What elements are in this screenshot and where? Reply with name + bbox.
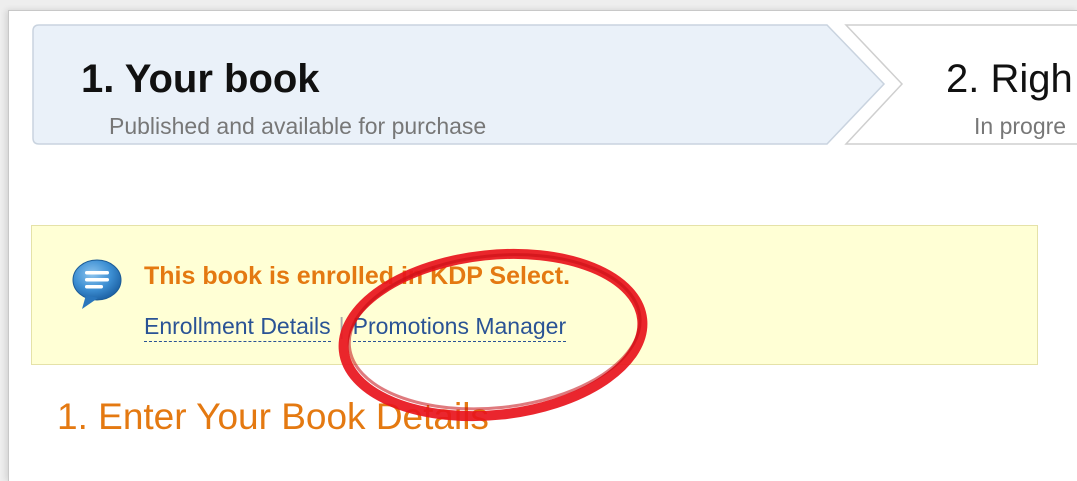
step-1-subtitle: Published and available for purchase [109, 113, 487, 139]
enrollment-details-link[interactable]: Enrollment Details [144, 313, 331, 342]
kdp-select-message: This book is enrolled in KDP Select. [144, 262, 571, 290]
progress-steps: 1. Your book Published and available for… [9, 11, 1077, 161]
promotions-manager-link[interactable]: Promotions Manager [352, 313, 567, 342]
step-2-subtitle: In progre [974, 113, 1067, 139]
notice-links: Enrollment Details | Promotions Manager [144, 313, 567, 342]
link-separator: | [338, 313, 345, 339]
step-1-title[interactable]: 1. Your book [81, 57, 320, 102]
page-frame: 1. Your book Published and available for… [8, 10, 1077, 481]
enter-book-details-heading: 1. Enter Your Book Details [57, 396, 489, 437]
speech-bubble-icon [72, 259, 122, 309]
step-2-title[interactable]: 2. Righ [946, 57, 1073, 102]
kdp-select-notice: This book is enrolled in KDP Select. Enr… [31, 225, 1038, 365]
